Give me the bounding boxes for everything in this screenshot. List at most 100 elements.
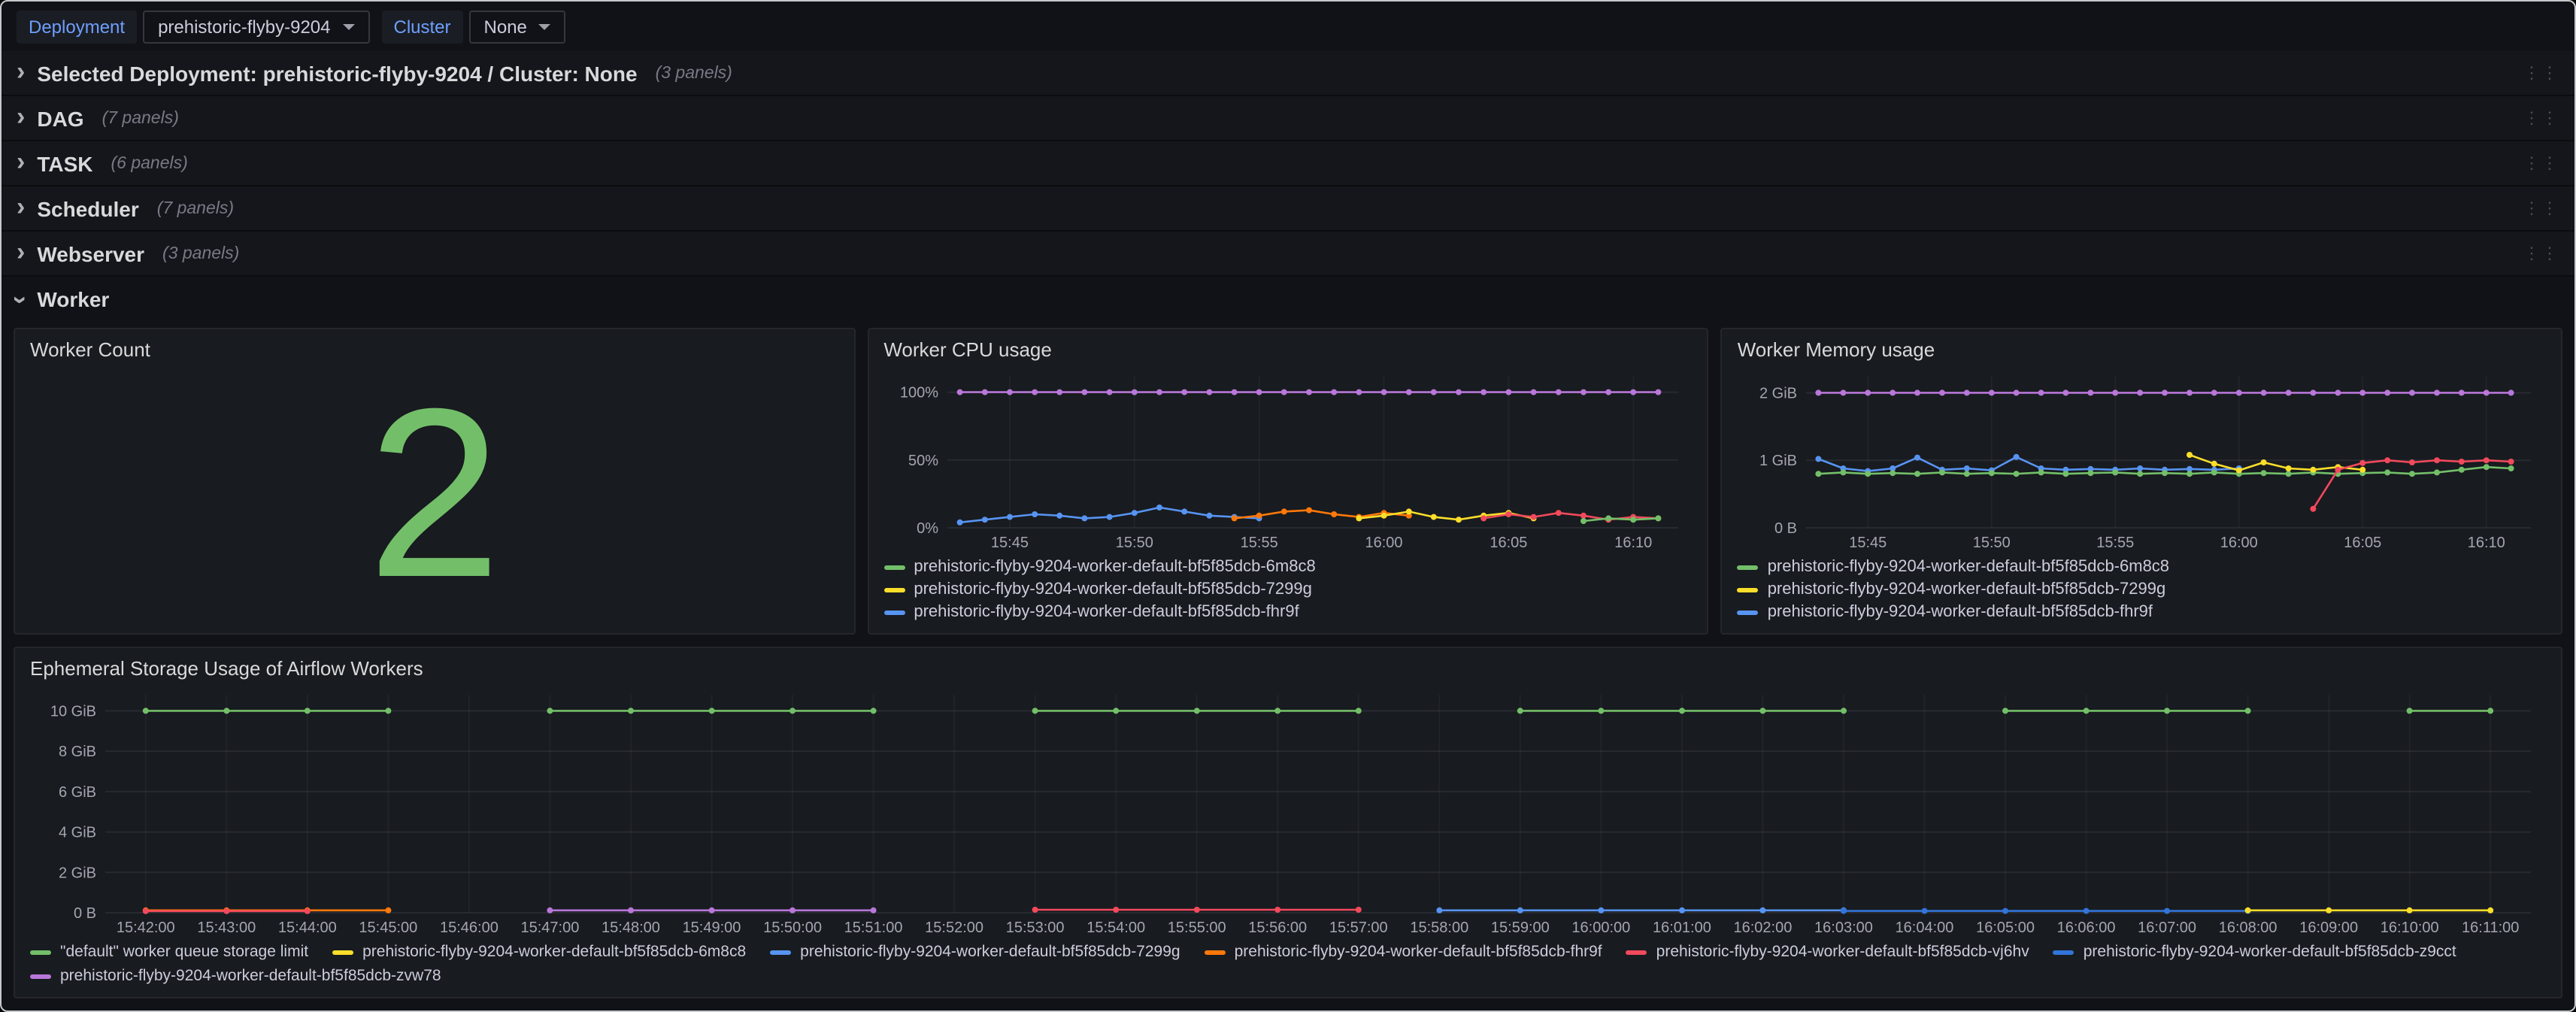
row-title: Scheduler	[37, 196, 138, 220]
legend-series-label: prehistoric-flyby-9204-worker-default-bf…	[60, 967, 441, 985]
legend-series-swatch	[2053, 950, 2074, 954]
variable-value-deployment: prehistoric-flyby-9204	[158, 16, 330, 37]
chevron-right-icon: ›	[17, 58, 25, 83]
svg-text:15:51:00: 15:51:00	[844, 920, 903, 936]
row-scheduler[interactable]: › Scheduler (7 panels) ⋮⋮	[2, 186, 2574, 232]
svg-text:0 B: 0 B	[1775, 520, 1798, 537]
svg-text:0%: 0%	[916, 520, 938, 537]
legend-item[interactable]: prehistoric-flyby-9204-worker-default-bf…	[332, 943, 746, 961]
legend-item[interactable]: prehistoric-flyby-9204-worker-default-bf…	[770, 943, 1180, 961]
chevron-down-icon: ›	[8, 295, 34, 303]
worker-memory-chart: 0 B1 GiB2 GiB15:4515:5015:5516:0016:0516…	[1738, 364, 2546, 552]
svg-text:16:04:00: 16:04:00	[1896, 920, 1954, 936]
row-panel-count: (3 panels)	[162, 244, 239, 262]
row-worker[interactable]: › Worker	[2, 277, 2574, 322]
legend-series-label: prehistoric-flyby-9204-worker-default-bf…	[1768, 603, 2153, 621]
variable-select-cluster[interactable]: None	[469, 10, 566, 43]
legend-series-label: prehistoric-flyby-9204-worker-default-bf…	[1768, 558, 2169, 576]
svg-text:15:54:00: 15:54:00	[1086, 920, 1145, 936]
svg-text:15:50:00: 15:50:00	[763, 920, 822, 936]
row-title: Selected Deployment: prehistoric-flyby-9…	[37, 61, 637, 85]
row-drag-handle-icon[interactable]: ⋮⋮	[2523, 153, 2559, 173]
svg-text:15:46:00: 15:46:00	[440, 920, 499, 936]
row-drag-handle-icon[interactable]: ⋮⋮	[2523, 198, 2559, 218]
legend-item[interactable]: prehistoric-flyby-9204-worker-default-bf…	[1738, 603, 2546, 621]
svg-text:16:08:00: 16:08:00	[2219, 920, 2277, 936]
svg-text:16:00: 16:00	[2220, 535, 2258, 551]
svg-text:15:55: 15:55	[2097, 535, 2135, 551]
worker-memory-legend: prehistoric-flyby-9204-worker-default-bf…	[1738, 558, 2546, 621]
svg-text:15:59:00: 15:59:00	[1491, 920, 1550, 936]
legend-item[interactable]: "default" worker queue storage limit	[30, 943, 308, 961]
variable-select-deployment[interactable]: prehistoric-flyby-9204	[143, 10, 369, 43]
svg-text:16:11:00: 16:11:00	[2462, 920, 2519, 936]
row-title: DAG	[37, 106, 83, 130]
legend-series-label: prehistoric-flyby-9204-worker-default-bf…	[1235, 943, 1602, 961]
svg-text:0 B: 0 B	[74, 905, 96, 922]
worker-cpu-chart: 0%50%100%15:4515:5015:5516:0016:0516:10	[883, 364, 1692, 552]
variable-value-cluster: None	[484, 16, 527, 37]
row-panel-count: (6 panels)	[111, 154, 188, 172]
svg-text:16:03:00: 16:03:00	[1814, 920, 1873, 936]
svg-text:16:00:00: 16:00:00	[1571, 920, 1630, 936]
row-dag[interactable]: › DAG (7 panels) ⋮⋮	[2, 96, 2574, 141]
row-webserver[interactable]: › Webserver (3 panels) ⋮⋮	[2, 232, 2574, 277]
svg-text:16:05: 16:05	[2344, 535, 2382, 551]
legend-series-label: prehistoric-flyby-9204-worker-default-bf…	[1768, 580, 2166, 598]
legend-item[interactable]: prehistoric-flyby-9204-worker-default-bf…	[2053, 943, 2456, 961]
variable-cluster: Cluster None	[382, 10, 566, 43]
row-selected-deployment[interactable]: › Selected Deployment: prehistoric-flyby…	[2, 51, 2574, 96]
legend-series-label: prehistoric-flyby-9204-worker-default-bf…	[800, 943, 1180, 961]
svg-text:8 GiB: 8 GiB	[59, 744, 96, 760]
svg-text:15:52:00: 15:52:00	[925, 920, 983, 936]
legend-item[interactable]: prehistoric-flyby-9204-worker-default-bf…	[1738, 580, 2546, 598]
ephemeral-storage-chart: 0 B2 GiB4 GiB6 GiB8 GiB10 GiB15:42:0015:…	[30, 683, 2546, 937]
svg-text:15:45:00: 15:45:00	[359, 920, 417, 936]
legend-item[interactable]: prehistoric-flyby-9204-worker-default-bf…	[883, 580, 1692, 598]
svg-text:15:43:00: 15:43:00	[197, 920, 256, 936]
svg-text:16:05:00: 16:05:00	[1976, 920, 2035, 936]
row-title: Worker	[37, 287, 109, 311]
svg-text:15:47:00: 15:47:00	[521, 920, 580, 936]
svg-text:16:07:00: 16:07:00	[2138, 920, 2196, 936]
panel-title-worker-cpu[interactable]: Worker CPU usage	[883, 338, 1692, 361]
panel-title-ephemeral-storage[interactable]: Ephemeral Storage Usage of Airflow Worke…	[30, 657, 2546, 680]
svg-text:15:48:00: 15:48:00	[602, 920, 660, 936]
chevron-right-icon: ›	[17, 148, 25, 174]
legend-series-swatch	[1205, 950, 1226, 954]
legend-series-swatch	[770, 950, 791, 954]
row-drag-handle-icon[interactable]: ⋮⋮	[2523, 63, 2559, 83]
svg-text:15:45: 15:45	[1850, 535, 1887, 551]
row-drag-handle-icon[interactable]: ⋮⋮	[2523, 108, 2559, 128]
svg-text:2 GiB: 2 GiB	[59, 865, 96, 881]
legend-item[interactable]: prehistoric-flyby-9204-worker-default-bf…	[883, 603, 1692, 621]
svg-text:16:09:00: 16:09:00	[2299, 920, 2358, 936]
legend-series-swatch	[30, 974, 51, 978]
panel-title-worker-memory[interactable]: Worker Memory usage	[1738, 338, 2546, 361]
svg-text:15:58:00: 15:58:00	[1410, 920, 1468, 936]
svg-text:15:53:00: 15:53:00	[1006, 920, 1065, 936]
panel-worker-cpu: Worker CPU usage 0%50%100%15:4515:5015:5…	[867, 328, 1708, 635]
legend-item[interactable]: prehistoric-flyby-9204-worker-default-bf…	[1626, 943, 2029, 961]
legend-series-swatch	[1738, 610, 1759, 614]
legend-series-label: prehistoric-flyby-9204-worker-default-bf…	[1656, 943, 2029, 961]
legend-item[interactable]: prehistoric-flyby-9204-worker-default-bf…	[1738, 558, 2546, 576]
legend-series-label: prehistoric-flyby-9204-worker-default-bf…	[2084, 943, 2456, 961]
svg-text:15:55: 15:55	[1240, 535, 1277, 551]
legend-item[interactable]: prehistoric-flyby-9204-worker-default-bf…	[1205, 943, 1602, 961]
row-drag-handle-icon[interactable]: ⋮⋮	[2523, 244, 2559, 263]
legend-series-label: prehistoric-flyby-9204-worker-default-bf…	[914, 603, 1299, 621]
row-task[interactable]: › TASK (6 panels) ⋮⋮	[2, 141, 2574, 186]
svg-text:16:00: 16:00	[1365, 535, 1402, 551]
legend-item[interactable]: prehistoric-flyby-9204-worker-default-bf…	[883, 558, 1692, 576]
svg-text:15:55:00: 15:55:00	[1168, 920, 1226, 936]
variable-deployment: Deployment prehistoric-flyby-9204	[17, 10, 370, 43]
legend-series-swatch	[883, 565, 905, 569]
legend-series-swatch	[883, 587, 905, 592]
row-panel-count: (7 panels)	[157, 199, 234, 217]
panel-worker-count: Worker Count 2	[14, 328, 855, 635]
row-panel-count: (7 panels)	[102, 109, 179, 127]
legend-item[interactable]: prehistoric-flyby-9204-worker-default-bf…	[30, 967, 441, 985]
chevron-right-icon: ›	[17, 238, 25, 264]
row-panel-count: (3 panels)	[656, 64, 732, 82]
